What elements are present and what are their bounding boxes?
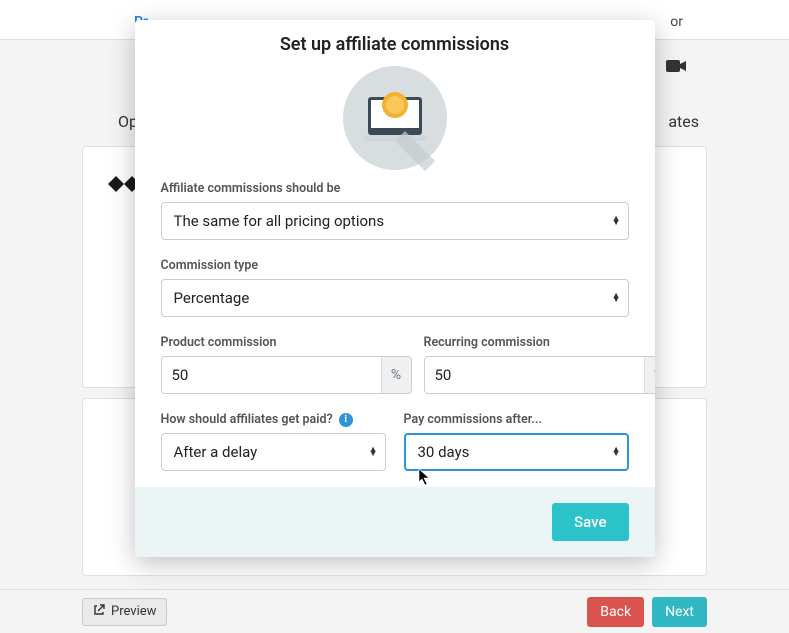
- background-tab-fragment-right: ates: [668, 112, 699, 131]
- recurring-commission-label: Recurring commission: [424, 335, 655, 350]
- percent-suffix: %: [644, 357, 655, 393]
- pay-method-value: After a delay: [174, 443, 258, 461]
- recurring-commission-input-group: %: [424, 356, 655, 394]
- pay-method-select[interactable]: After a delay: [161, 433, 386, 471]
- save-button[interactable]: Save: [552, 503, 628, 541]
- commissions-scope-value: The same for all pricing options: [174, 212, 385, 230]
- commission-type-select[interactable]: Percentage: [161, 279, 629, 317]
- chevron-updown-icon: ▲▼: [612, 217, 621, 225]
- pay-method-label: How should affiliates get paid?: [161, 412, 333, 427]
- modal-title: Set up affiliate commissions: [135, 20, 655, 63]
- product-commission-input[interactable]: [162, 357, 381, 393]
- modal-footer: Save: [135, 487, 655, 557]
- commissions-scope-label: Affiliate commissions should be: [161, 181, 629, 196]
- chevron-updown-icon: ▲▼: [612, 294, 621, 302]
- commissions-scope-select[interactable]: The same for all pricing options: [161, 202, 629, 240]
- bottom-toolbar: Preview Back Next: [0, 589, 789, 633]
- back-button[interactable]: Back: [587, 597, 644, 627]
- pay-after-label: Pay commissions after...: [404, 412, 629, 427]
- modal-hero-illustration: [135, 63, 655, 181]
- affiliate-commissions-modal: Set up affiliate commissions Affiliate c…: [135, 20, 655, 557]
- chevron-updown-icon: ▲▼: [612, 448, 621, 456]
- preview-button[interactable]: Preview: [82, 598, 167, 626]
- pay-after-select[interactable]: 30 days: [404, 433, 629, 471]
- product-commission-input-group: %: [161, 356, 412, 394]
- chevron-updown-icon: ▲▼: [369, 448, 378, 456]
- product-commission-label: Product commission: [161, 335, 412, 350]
- next-button[interactable]: Next: [652, 597, 707, 627]
- camera-icon: [665, 58, 687, 78]
- external-link-icon: [93, 604, 105, 620]
- preview-label: Preview: [111, 604, 156, 619]
- commission-type-label: Commission type: [161, 258, 629, 273]
- pay-after-value: 30 days: [418, 443, 470, 461]
- background-nav-fragment-right: or: [670, 14, 683, 30]
- recurring-commission-input[interactable]: [425, 357, 644, 393]
- info-icon[interactable]: i: [339, 413, 353, 427]
- percent-suffix: %: [381, 357, 411, 393]
- commission-type-value: Percentage: [174, 289, 250, 307]
